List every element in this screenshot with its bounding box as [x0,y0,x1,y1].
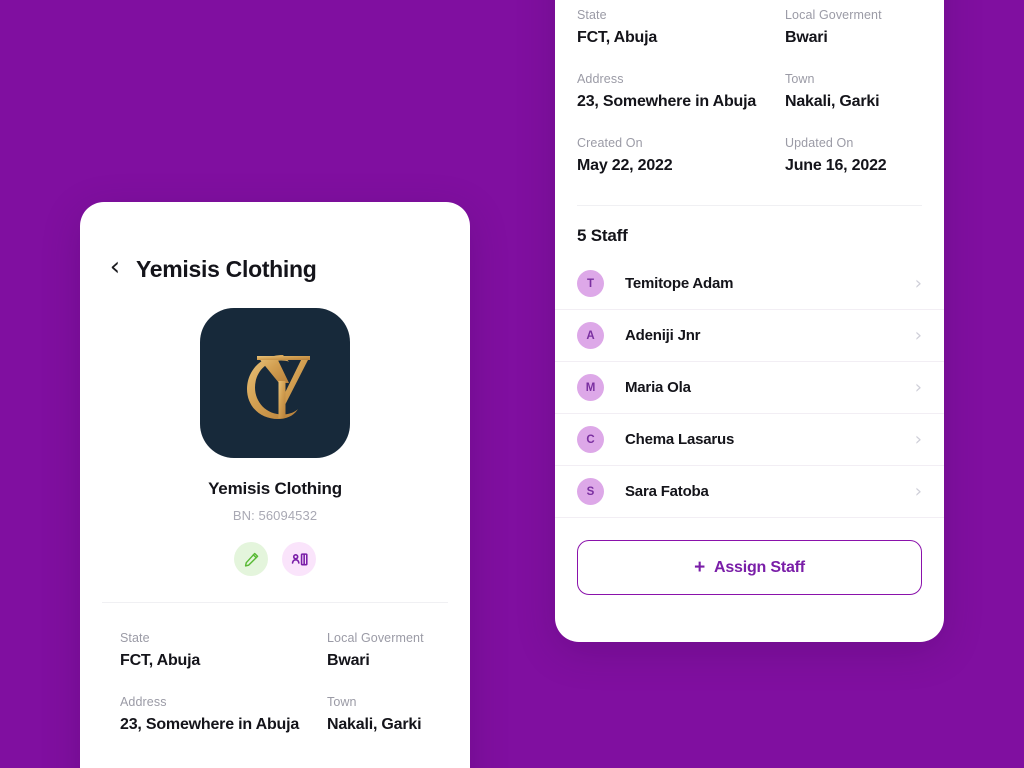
staff-count-heading: 5 Staff [577,226,628,245]
avatar: A [577,322,604,349]
business-name: Yemisis Clothing [208,479,342,498]
business-profile-card: ‹ Yemisis Clothing Yemisis Clothing BN: … [80,202,470,768]
assign-staff-button[interactable]: + Assign Staff [577,540,922,595]
info-label: Town [327,695,357,709]
info-label: Town [785,72,815,86]
info-value: Bwari [327,652,370,669]
page-title: Yemisis Clothing [136,255,317,282]
info-label: Local Goverment [785,8,882,22]
plus-icon: + [694,557,705,578]
business-info-grid: State FCT, Abuja Local Goverment Bwari A… [80,603,470,734]
staff-list: T Temitope Adam › A Adeniji Jnr › M Mari… [555,258,944,518]
avatar: C [577,426,604,453]
chevron-left-icon[interactable]: ‹ [102,254,128,284]
info-field: Town Nakali, Garki [785,72,922,111]
info-label: State [577,8,607,22]
avatar: M [577,374,604,401]
info-field: State FCT, Abuja [120,631,327,670]
info-value: 23, Somewhere in Abuja [120,716,300,733]
info-value: Nakali, Garki [327,716,422,733]
staff-name: Chema Lasarus [625,431,735,448]
avatar: S [577,478,604,505]
assign-staff-wrapper: + Assign Staff [555,518,944,595]
info-value: FCT, Abuja [577,29,658,46]
pencil-icon [244,552,258,567]
info-field: State FCT, Abuja [577,8,785,47]
business-logo-wrapper [80,308,470,458]
info-field: Address 23, Somewhere in Abuja [577,72,785,111]
detail-info-grid: State FCT, Abuja Local Goverment Bwari A… [555,0,944,175]
staff-list-item[interactable]: T Temitope Adam › [555,258,944,310]
contact-card-icon [291,552,308,566]
info-value: FCT, Abuja [120,652,201,669]
info-field: Address 23, Somewhere in Abuja [120,695,327,734]
chevron-right-icon[interactable]: › [915,326,922,345]
info-field: Created On May 22, 2022 [577,136,785,175]
info-value: June 16, 2022 [785,157,887,174]
chevron-right-icon[interactable]: › [915,482,922,501]
info-label: Local Goverment [327,631,424,645]
info-value: Bwari [785,29,828,46]
staff-list-item[interactable]: C Chema Lasarus › [555,414,944,466]
info-label: State [120,631,150,645]
staff-list-item[interactable]: S Sara Fatoba › [555,466,944,518]
chevron-right-icon[interactable]: › [915,378,922,397]
info-value: 23, Somewhere in Abuja [577,93,757,110]
staff-name: Sara Fatoba [625,483,709,500]
business-detail-card: State FCT, Abuja Local Goverment Bwari A… [555,0,944,642]
contact-business-button[interactable] [282,542,316,576]
staff-list-item[interactable]: A Adeniji Jnr › [555,310,944,362]
card-header: ‹ Yemisis Clothing [80,202,470,284]
staff-name: Temitope Adam [625,275,734,292]
business-actions [80,542,470,576]
business-registration-number: BN: 56094532 [232,508,318,523]
info-label: Updated On [785,136,854,150]
edit-business-button[interactable] [234,542,268,576]
chevron-right-icon[interactable]: › [915,430,922,449]
info-field: Updated On June 16, 2022 [785,136,922,175]
cy-monogram-logo [200,308,350,458]
chevron-right-icon[interactable]: › [915,274,922,293]
info-label: Address [577,72,624,86]
info-field: Local Goverment Bwari [327,631,448,670]
info-field: Local Goverment Bwari [785,8,922,47]
info-value: May 22, 2022 [577,157,673,174]
staff-list-item[interactable]: M Maria Ola › [555,362,944,414]
info-value: Nakali, Garki [785,93,880,110]
info-field: Town Nakali, Garki [327,695,448,734]
staff-name: Adeniji Jnr [625,327,701,344]
assign-staff-label: Assign Staff [713,558,805,576]
avatar: T [577,270,604,297]
info-label: Address [120,695,167,709]
info-label: Created On [577,136,643,150]
staff-name: Maria Ola [625,379,691,396]
